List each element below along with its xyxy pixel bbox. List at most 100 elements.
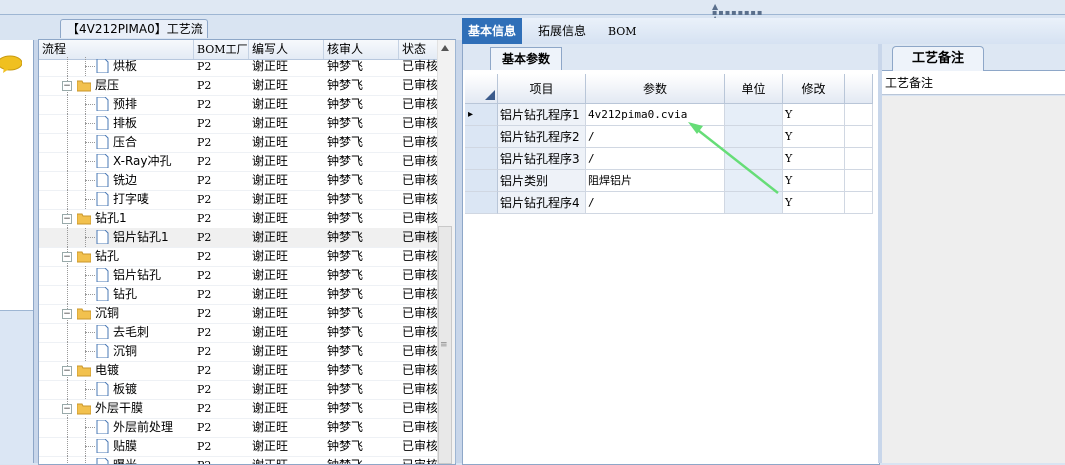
collapse-toggle-icon[interactable]: − xyxy=(62,404,72,414)
tree-row[interactable]: 外层前处理 P2 谢正旺 钟梦飞 已审核 xyxy=(39,418,439,438)
tab-extended-info[interactable]: 拓展信息 xyxy=(532,20,592,43)
tree-node-label[interactable]: 沉铜 xyxy=(95,304,119,323)
notes-textarea[interactable] xyxy=(882,96,1065,463)
tree-node-label[interactable]: 钻孔1 xyxy=(95,209,127,228)
tree-row[interactable]: 排板 P2 谢正旺 钟梦飞 已审核 xyxy=(39,114,439,134)
row-indicator[interactable] xyxy=(465,148,498,170)
grid-cell-item[interactable]: 铝片钻孔程序3 xyxy=(498,148,586,170)
tree-row[interactable]: 压合 P2 谢正旺 钟梦飞 已审核 xyxy=(39,133,439,153)
grid-cell-modify[interactable]: Y xyxy=(783,148,845,170)
tree-node-label[interactable]: 电镀 xyxy=(95,361,119,380)
grid-row[interactable]: 铝片钻孔程序3/ Y xyxy=(465,148,873,170)
grid-row[interactable]: ▸ 铝片钻孔程序1 4v212pima0.cvia Y xyxy=(465,104,873,126)
grid-cell-unit[interactable] xyxy=(725,104,783,126)
tree-row[interactable]: − 钻孔1 P2 谢正旺 钟梦飞 已审核 xyxy=(39,209,439,229)
row-indicator[interactable] xyxy=(465,192,498,214)
tree-row[interactable]: 沉铜 P2 谢正旺 钟梦飞 已审核 xyxy=(39,342,439,362)
tree-node-label[interactable]: 铣边 xyxy=(113,171,137,190)
tree-node-label[interactable]: 排板 xyxy=(113,114,137,133)
grid-cell-unit[interactable] xyxy=(725,148,783,170)
collapse-toggle-icon[interactable]: − xyxy=(62,366,72,376)
grid-cell-item[interactable]: 铝片钻孔程序1 xyxy=(498,104,586,126)
row-indicator[interactable]: ▸ xyxy=(465,104,498,126)
tree-row[interactable]: 去毛刺 P2 谢正旺 钟梦飞 已审核 xyxy=(39,323,439,343)
grid-cell-filler xyxy=(845,170,873,192)
tree-node-label[interactable]: 层压 xyxy=(95,76,119,95)
document-icon xyxy=(96,173,109,187)
grid-header-item[interactable]: 项目 xyxy=(498,74,586,104)
tree-node-label[interactable]: 打字唛 xyxy=(113,190,149,209)
grid-cell-modify[interactable]: Y xyxy=(783,192,845,214)
tab-process-notes[interactable]: 工艺备注 xyxy=(892,46,984,71)
tree-row[interactable]: − 沉铜 P2 谢正旺 钟梦飞 已审核 xyxy=(39,304,439,324)
tree-row[interactable]: 贴膜 P2 谢正旺 钟梦飞 已审核 xyxy=(39,437,439,457)
tree-row[interactable]: 铣边 P2 谢正旺 钟梦飞 已审核 xyxy=(39,171,439,191)
tree-row[interactable]: − 层压 P2 谢正旺 钟梦飞 已审核 xyxy=(39,76,439,96)
collapse-toggle-icon[interactable]: − xyxy=(62,81,72,91)
grid-row[interactable]: 铝片钻孔程序2/ Y xyxy=(465,126,873,148)
grid-header-modify[interactable]: 修改 xyxy=(783,74,845,104)
tree-node-label[interactable]: 外层干膜 xyxy=(95,399,143,418)
tree-node-label[interactable]: 贴膜 xyxy=(113,437,137,456)
grid-header-param[interactable]: 参数 xyxy=(586,74,725,104)
tree-row[interactable]: − 钻孔 P2 谢正旺 钟梦飞 已审核 xyxy=(39,247,439,267)
collapse-toggle-icon[interactable]: − xyxy=(62,252,72,262)
tab-basic-info[interactable]: 基本信息 xyxy=(462,18,523,44)
tree-node-label[interactable]: 铝片钻孔1 xyxy=(113,228,169,247)
tree-node-label[interactable]: 铝片钻孔 xyxy=(113,266,161,285)
row-indicator[interactable] xyxy=(465,126,498,148)
tree-node-label[interactable]: 沉铜 xyxy=(113,342,137,361)
tree-row[interactable]: 板镀 P2 谢正旺 钟梦飞 已审核 xyxy=(39,380,439,400)
collapse-toggle-icon[interactable]: − xyxy=(62,214,72,224)
tree-row[interactable]: 打字唛 P2 谢正旺 钟梦飞 已审核 xyxy=(39,190,439,210)
tree-row[interactable]: 预排 P2 谢正旺 钟梦飞 已审核 xyxy=(39,95,439,115)
tree-row[interactable]: 曝光 P2谢正旺 钟梦飞 已审核 xyxy=(39,456,439,464)
grid-cell-param[interactable]: / xyxy=(586,126,725,148)
tree-node-label[interactable]: 钻孔 xyxy=(113,285,137,304)
tree-node-label[interactable]: 板镀 xyxy=(113,380,137,399)
tree-node-label[interactable]: 钻孔 xyxy=(95,247,119,266)
grid-cell-unit[interactable] xyxy=(725,170,783,192)
grid-cell-unit[interactable] xyxy=(725,192,783,214)
grid-row[interactable]: 铝片类别 阻焊铝片 Y xyxy=(465,170,873,192)
tree-node-label[interactable]: 外层前处理 xyxy=(113,418,173,437)
tree-row[interactable]: − 外层干膜 P2 谢正旺 钟梦飞 已审核 xyxy=(39,399,439,419)
tree-row[interactable]: 铝片钻孔 P2 谢正旺 钟梦飞 已审核 xyxy=(39,266,439,286)
grid-cell-item[interactable]: 铝片钻孔程序2 xyxy=(498,126,586,148)
tree-cell-reviewer: 钟梦飞 xyxy=(327,116,364,130)
grid-corner[interactable] xyxy=(465,74,498,104)
grid-cell-unit[interactable] xyxy=(725,126,783,148)
grid-cell-param[interactable]: / xyxy=(586,148,725,170)
tree-cell-status: 已审核 xyxy=(402,135,439,149)
tree-row[interactable]: 烘板 P2 谢正旺 钟梦飞 已审核 xyxy=(39,57,439,77)
grid-cell-modify[interactable]: Y xyxy=(783,104,845,126)
chat-bubble-icon[interactable] xyxy=(0,55,22,73)
tree-row[interactable]: − 电镀 P2 谢正旺 钟梦飞 已审核 xyxy=(39,361,439,381)
grid-cell-item[interactable]: 铝片钻孔程序4 xyxy=(498,192,586,214)
tree-row[interactable]: 铝片钻孔1 P2 谢正旺 钟梦飞 已审核 xyxy=(39,228,439,248)
process-flow-tab[interactable]: 【4V212PIMA0】工艺流程 xyxy=(60,19,208,55)
grid-header-unit[interactable]: 单位 xyxy=(725,74,783,104)
grid-cell-modify[interactable]: Y xyxy=(783,170,845,192)
tree-row[interactable]: X-Ray冲孔 P2 谢正旺 钟梦飞 已审核 xyxy=(39,152,439,172)
grid-row[interactable]: 铝片钻孔程序4/ Y xyxy=(465,192,873,214)
tab-bom[interactable]: BOM xyxy=(602,20,643,43)
document-icon xyxy=(96,458,109,464)
tree-node-label[interactable]: X-Ray冲孔 xyxy=(113,152,171,171)
tree-row[interactable]: 钻孔 P2 谢正旺 钟梦飞 已审核 xyxy=(39,285,439,305)
tree-node-label[interactable]: 去毛刺 xyxy=(113,323,149,342)
grid-cell-param[interactable]: 4v212pima0.cvia xyxy=(586,104,725,126)
grid-cell-param[interactable]: 阻焊铝片 xyxy=(586,170,725,192)
collapse-grip-icon[interactable]: ▲ ▪▪▪▪▪▪▪▪ ▲ xyxy=(712,3,772,23)
tree-node-label[interactable]: 预排 xyxy=(113,95,137,114)
tab-basic-params[interactable]: 基本参数 xyxy=(490,47,562,70)
tree-node-label[interactable]: 烘板 xyxy=(113,57,137,76)
collapse-toggle-icon[interactable]: − xyxy=(62,309,72,319)
row-indicator[interactable] xyxy=(465,170,498,192)
scroll-up-arrow-icon[interactable] xyxy=(441,45,449,51)
grid-cell-modify[interactable]: Y xyxy=(783,126,845,148)
tree-node-label[interactable]: 曝光 xyxy=(113,456,137,464)
grid-cell-item[interactable]: 铝片类别 xyxy=(498,170,586,192)
grid-cell-param[interactable]: / xyxy=(586,192,725,214)
tree-node-label[interactable]: 压合 xyxy=(113,133,137,152)
